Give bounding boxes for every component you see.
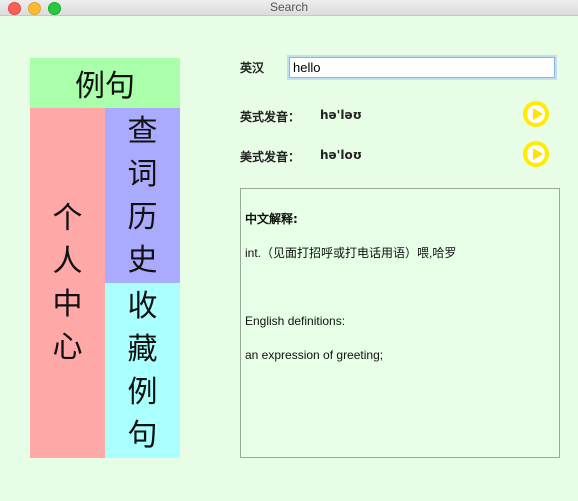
us-play-button[interactable] [523, 141, 549, 167]
personal-center-char: 心 [52, 330, 83, 365]
examples-button[interactable]: 例句 [30, 58, 180, 108]
english-definition-text: an expression of greeting; [245, 348, 384, 362]
favorites-char: 句 [127, 417, 158, 453]
search-input[interactable] [289, 57, 555, 78]
chinese-definition-heading: 中文解释: [245, 212, 298, 226]
personal-center-char: 个 [52, 201, 83, 236]
history-char: 查 [127, 113, 158, 149]
history-char: 史 [127, 242, 158, 278]
personal-center-button[interactable]: 个 人 中 心 [30, 108, 105, 458]
us-phonetic: hə'loʊ [320, 148, 362, 162]
history-char: 历 [127, 199, 158, 235]
personal-center-char: 人 [52, 244, 83, 279]
uk-phonetic: hə'ləʊ [320, 108, 362, 122]
play-icon [527, 145, 545, 163]
window-title: Search [269, 0, 309, 14]
favorites-button[interactable]: 收 藏 例 句 [105, 283, 180, 458]
search-mode-label: 英汉 [240, 61, 265, 75]
uk-pronunciation-label: 英式发音： [240, 110, 301, 124]
english-definition-heading: English definitions: [245, 314, 346, 328]
play-icon [527, 105, 545, 123]
title-bar: Search [0, 0, 578, 16]
favorites-char: 藏 [127, 331, 158, 367]
uk-play-button[interactable] [523, 101, 549, 127]
app-window: Search 例句 个 人 中 心 查 词 历 史 收 藏 例 句 英汉 英式发… [0, 0, 578, 501]
us-pronunciation-label: 美式发音： [240, 150, 301, 164]
definition-text-area[interactable]: 中文解释: int.（见面打招呼或打电话用语）喂,哈罗 English defi… [240, 188, 560, 458]
chinese-definition-text: int.（见面打招呼或打电话用语）喂,哈罗 [245, 246, 457, 260]
favorites-char: 例 [127, 374, 158, 410]
favorites-char: 收 [127, 288, 158, 324]
examples-label: 例句 [75, 69, 135, 104]
history-button[interactable]: 查 词 历 史 [105, 108, 180, 283]
personal-center-char: 中 [52, 287, 83, 322]
history-char: 词 [127, 156, 158, 192]
